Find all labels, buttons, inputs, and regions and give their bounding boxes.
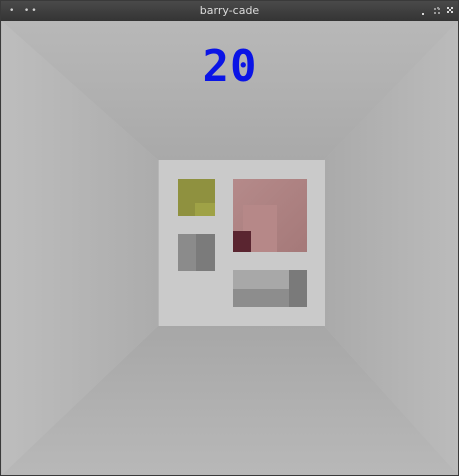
close-icon[interactable] [447, 7, 455, 15]
red-block-shadow [233, 231, 251, 252]
window-title: barry-cade [199, 4, 260, 17]
gray-slab-block [233, 270, 307, 307]
minimize-icon[interactable] [419, 7, 427, 15]
app-window: • •• barry-cade 20 [0, 0, 459, 476]
score-display: 20 [202, 41, 258, 92]
red-block [233, 179, 307, 252]
maximize-icon[interactable] [433, 7, 441, 15]
slab-side-face [289, 270, 307, 307]
slab-top-face [233, 270, 289, 289]
olive-block-face [195, 203, 215, 216]
gray-block [178, 234, 215, 271]
gray-block-side [196, 234, 215, 271]
tunnel-back-panel [159, 160, 325, 326]
olive-block [178, 179, 215, 216]
game-playfield[interactable]: 20 [2, 21, 458, 475]
title-bar[interactable]: • •• barry-cade [1, 1, 458, 21]
